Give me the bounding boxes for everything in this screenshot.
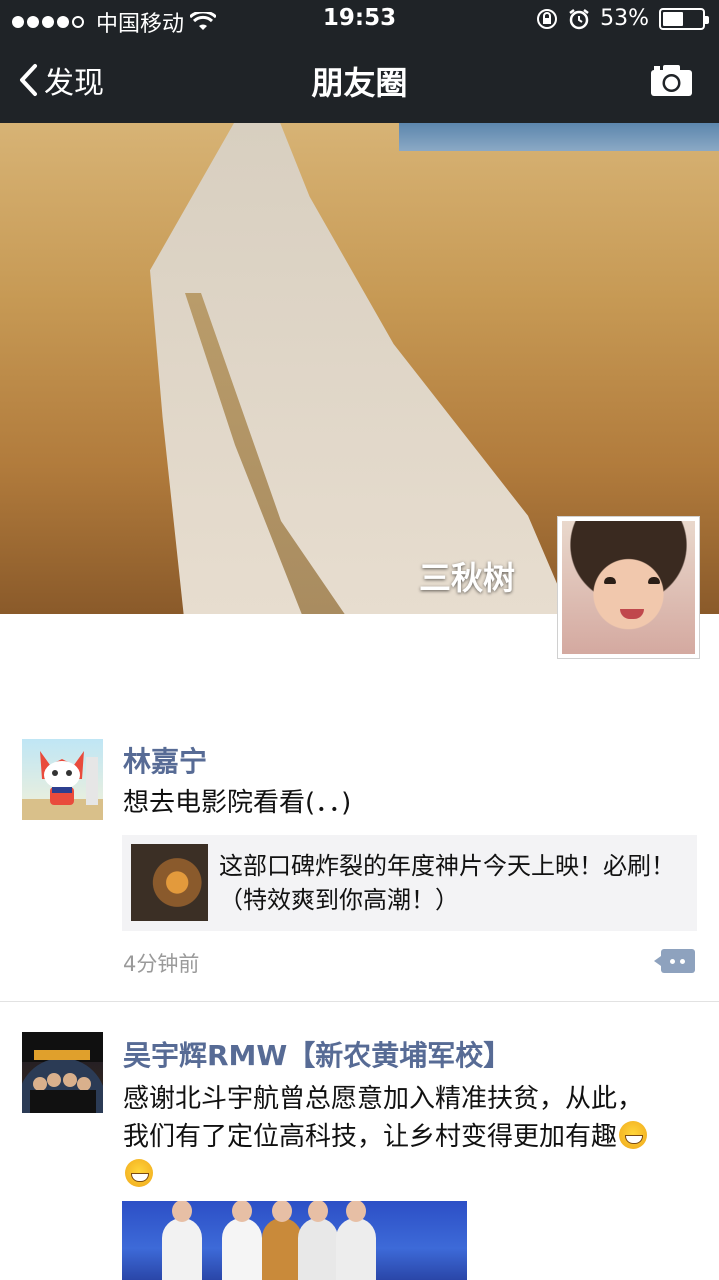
comment-icon[interactable] [654,949,695,973]
post-text-content: 感谢北斗宇航曾总愿意加入精准扶贫，从此，我们有了定位高科技，让乡村变得更加有趣 [123,1084,644,1152]
cartoon-avatar-icon [22,751,103,820]
group-photo-avatar-icon [22,1032,103,1113]
author-avatar[interactable] [22,1032,103,1113]
post-time: 4分钟前 [123,952,200,976]
profile-avatar-photo [562,521,695,654]
author-name[interactable]: 林嘉宁 [123,740,207,780]
orientation-lock-icon [537,8,558,29]
battery-fill [663,11,684,26]
photo-person [336,1201,376,1280]
profile-avatar[interactable] [557,516,700,659]
camera-icon[interactable] [650,63,693,97]
post-text: 感谢北斗宇航曾总愿意加入精准扶贫，从此，我们有了定位高科技，让乡村变得更加有趣 [123,1080,668,1194]
shared-link-card[interactable]: 这部口碑炸裂的年度神片今天上映！必刷！（特效爽到你高潮！） [122,835,697,931]
photo-person [298,1201,338,1280]
page-title: 朋友圈 [311,64,408,102]
link-thumbnail [131,844,208,921]
author-name[interactable]: 吴宇辉RMW【新农黄埔军校】 [123,1034,511,1074]
status-bar: 中国移动 19:53 53% [0,0,719,40]
grinning-emoji-icon [125,1159,153,1187]
author-avatar[interactable] [22,739,103,820]
photo-person [162,1201,202,1280]
grinning-emoji-icon [619,1121,648,1149]
post-photo[interactable] [122,1201,467,1280]
alarm-icon [569,8,589,29]
post-text: 想去电影院看看(．．) [123,788,352,818]
photo-person [262,1201,302,1280]
nav-bar: 发现 朋友圈 [0,40,719,123]
link-title: 这部口碑炸裂的年度神片今天上映！必刷！（特效爽到你高潮！） [219,852,675,914]
battery-icon [659,7,709,30]
profile-name: 三秋树 [418,559,515,597]
battery-percent: 53% [600,6,649,31]
post-divider [0,1001,719,1002]
status-right: 53% [536,6,709,31]
photo-person [222,1201,262,1280]
cover-sky [399,123,719,151]
